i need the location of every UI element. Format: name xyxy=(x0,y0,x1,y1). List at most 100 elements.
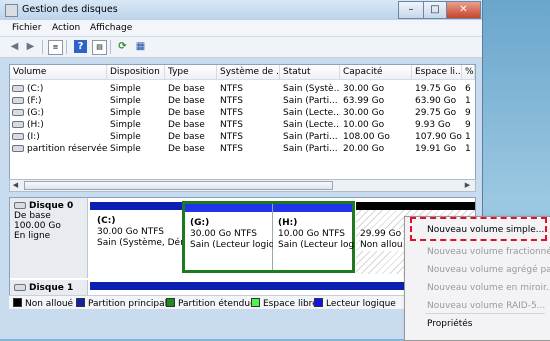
disk-0-type: De base xyxy=(14,211,51,221)
legend-item: Lecteur logique xyxy=(314,298,396,309)
cell-type: De base xyxy=(168,144,205,154)
menu-item-properties[interactable]: Propriétés xyxy=(427,319,472,329)
menu-item-new-striped-volume[interactable]: Nouveau volume agrégé par ba xyxy=(427,265,550,275)
menu-affichage[interactable]: Affichage xyxy=(90,23,132,33)
cell-status: Sain (Parti... xyxy=(283,132,338,142)
column-header-type[interactable]: Type xyxy=(165,65,217,80)
cell-capacity: 63.99 Go xyxy=(343,96,385,106)
disk-0-size: 100.00 Go xyxy=(14,221,61,231)
cell-volume: (C:) xyxy=(12,83,107,95)
cell-percent: 9 xyxy=(465,120,471,130)
cell-filesystem: NTFS xyxy=(220,84,243,94)
toolbar: ◀ ▶ ≡ ? ▤ ⟳ ▦ xyxy=(0,37,482,58)
cell-percent: 1 xyxy=(465,132,471,142)
cell-type: De base xyxy=(168,108,205,118)
disk-settings-icon[interactable]: ▦ xyxy=(134,40,147,53)
forward-icon[interactable]: ▶ xyxy=(24,40,37,53)
partition-bar xyxy=(185,204,272,212)
scroll-left-icon[interactable]: ◀ xyxy=(10,180,21,191)
column-header-capacity[interactable]: Capacité xyxy=(340,65,412,80)
volume-icon xyxy=(12,121,24,128)
minimize-button[interactable]: – xyxy=(398,1,424,19)
column-header-status[interactable]: Statut xyxy=(280,65,340,80)
disk-0-info[interactable]: Disque 0 De base 100.00 Go En ligne xyxy=(10,198,88,278)
highlight-box xyxy=(410,217,547,241)
horizontal-scrollbar[interactable]: ◀ ▶ xyxy=(9,179,476,192)
menu-action[interactable]: Action xyxy=(52,23,80,33)
cell-volume: (F:) xyxy=(12,95,107,107)
partition-size: 30.00 Go NTFS xyxy=(190,229,257,239)
cell-free-space: 107.90 Go xyxy=(415,132,462,142)
column-header-volume[interactable]: Volume xyxy=(10,65,107,80)
disk-1-label: Disque 1 xyxy=(29,283,74,293)
cell-percent: 9 xyxy=(465,108,471,118)
volume-icon xyxy=(12,97,24,104)
partition-g[interactable]: (G:) 30.00 Go NTFS Sain (Lecteur logique xyxy=(185,204,286,270)
cell-type: De base xyxy=(168,84,205,94)
list-view-icon[interactable]: ≡ xyxy=(48,40,63,55)
maximize-button[interactable]: □ xyxy=(423,1,447,19)
menu-separator xyxy=(425,313,545,314)
volume-icon xyxy=(12,145,24,152)
volume-table: Volume Disposition Type Système de ... S… xyxy=(9,64,476,180)
cell-type: De base xyxy=(168,120,205,130)
cell-status: Sain (Lecte... xyxy=(283,120,340,130)
extended-partition[interactable]: (G:) 30.00 Go NTFS Sain (Lecteur logique… xyxy=(182,201,355,273)
partition-h[interactable]: (H:) 10.00 Go NTFS Sain (Lecteur log xyxy=(273,204,354,270)
title-bar: Gestion des disques – □ ✕ xyxy=(0,0,482,20)
menu-item-new-mirrored-volume[interactable]: Nouveau volume en miroir... xyxy=(427,283,550,293)
volume-icon xyxy=(12,133,24,140)
cell-filesystem: NTFS xyxy=(220,144,243,154)
partition-status: Non allou xyxy=(360,240,403,250)
menu-item-new-raid5-volume[interactable]: Nouveau volume RAID-5... xyxy=(427,301,545,311)
cell-disposition: Simple xyxy=(110,132,141,142)
legend-item: Espace libre xyxy=(251,298,318,309)
menu-fichier[interactable]: Fichier xyxy=(12,23,41,33)
cell-status: Sain (Parti... xyxy=(283,96,338,106)
column-header-filesystem[interactable]: Système de ... xyxy=(217,65,280,80)
legend-item: Non alloué xyxy=(13,298,73,309)
cell-filesystem: NTFS xyxy=(220,108,243,118)
window-icon xyxy=(5,4,18,17)
legend-swatch xyxy=(314,298,323,307)
cell-type: De base xyxy=(168,132,205,142)
scroll-right-icon[interactable]: ▶ xyxy=(462,180,473,191)
legend-swatch xyxy=(251,298,260,307)
column-header-free-space[interactable]: Espace li... xyxy=(412,65,462,80)
disk-icon xyxy=(14,202,26,209)
cell-filesystem: NTFS xyxy=(220,132,243,142)
cell-percent: 1 xyxy=(465,96,471,106)
cell-volume: (H:) xyxy=(12,119,107,131)
partition-bar xyxy=(356,202,475,210)
disk-icon xyxy=(14,284,26,291)
column-header-percent[interactable]: % xyxy=(462,65,475,80)
cell-disposition: Simple xyxy=(110,120,141,130)
partition-c[interactable]: (C:) 30.00 Go NTFS Sain (Système, Démar xyxy=(90,202,198,274)
toolbar-separator xyxy=(66,40,67,54)
cell-disposition: Simple xyxy=(110,96,141,106)
cell-capacity: 10.00 Go xyxy=(343,120,385,130)
close-button[interactable]: ✕ xyxy=(446,1,481,19)
properties-icon[interactable]: ▤ xyxy=(92,40,107,55)
back-icon[interactable]: ◀ xyxy=(8,40,21,53)
cell-type: De base xyxy=(168,96,205,106)
partition-bar xyxy=(273,204,352,212)
cell-filesystem: NTFS xyxy=(220,96,243,106)
legend-swatch xyxy=(76,298,85,307)
column-header-disposition[interactable]: Disposition xyxy=(107,65,165,80)
cell-filesystem: NTFS xyxy=(220,120,243,130)
legend-item: Partition étendue xyxy=(166,298,256,309)
scrollbar-thumb[interactable] xyxy=(24,181,333,190)
cell-volume: (G:) xyxy=(12,107,107,119)
menu-item-new-spanned-volume[interactable]: Nouveau volume fractionné... xyxy=(427,247,550,257)
cell-free-space: 63.90 Go xyxy=(415,96,457,106)
help-icon[interactable]: ? xyxy=(74,40,87,53)
legend-item: Partition principale xyxy=(76,298,173,309)
cell-capacity: 20.00 Go xyxy=(343,144,385,154)
partition-size: 29.99 Go xyxy=(360,229,402,239)
partition-name: (H:) xyxy=(278,218,298,228)
cell-volume: partition réservée ... xyxy=(12,143,107,155)
cell-disposition: Simple xyxy=(110,144,141,154)
refresh-icon[interactable]: ⟳ xyxy=(116,40,129,53)
cell-capacity: 108.00 Go xyxy=(343,132,390,142)
